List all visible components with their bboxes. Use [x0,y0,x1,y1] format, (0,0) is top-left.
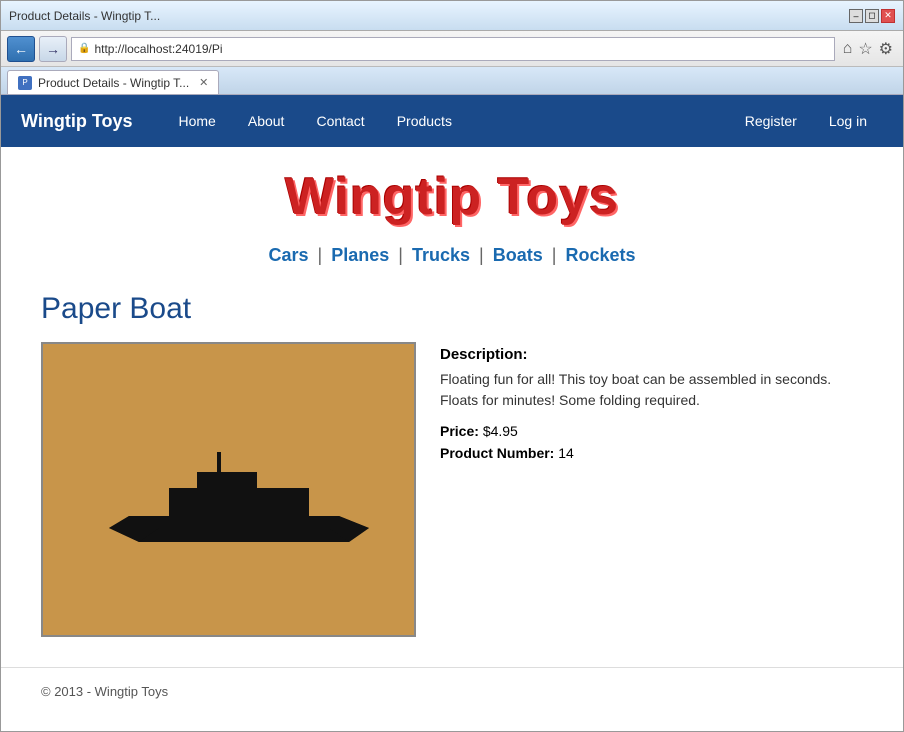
product-number-value: 14 [558,445,574,461]
back-button[interactable]: ← [7,36,35,62]
address-lock-icon: 🔒 [78,43,90,54]
price-row: Price: $4.95 [440,423,863,439]
tab-bar: P Product Details - Wingtip T... ✕ [1,67,903,95]
nav-about[interactable]: About [232,95,301,147]
cat-cars[interactable]: Cars [268,245,308,265]
favorites-icon[interactable]: ☆ [858,39,872,59]
active-tab[interactable]: P Product Details - Wingtip T... ✕ [7,70,219,94]
tab-title: Product Details - Wingtip T... [38,76,189,90]
navbar-links: Home About Contact Products [163,95,468,147]
tab-favicon: P [18,76,32,90]
cat-trucks[interactable]: Trucks [412,245,470,265]
navbar: Wingtip Toys Home About Contact Products… [1,95,903,147]
title-bar: Product Details - Wingtip T... – ◻ ✕ [1,1,903,31]
category-nav: Cars | Planes | Trucks | Boats | Rockets [1,237,903,282]
product-heading: Paper Boat [1,282,903,342]
price-value: $4.95 [483,423,518,439]
nav-contact[interactable]: Contact [300,95,380,147]
cat-sep-2: | [398,245,403,265]
nav-home[interactable]: Home [163,95,232,147]
description-label: Description: [440,346,863,363]
navbar-brand[interactable]: Wingtip Toys [21,111,133,132]
forward-button[interactable]: → [39,36,67,62]
boat-svg [79,410,379,570]
product-detail: Description: Floating fun for all! This … [1,342,903,667]
cat-rockets[interactable]: Rockets [565,245,635,265]
minimize-button[interactable]: – [849,9,863,23]
description-text: Floating fun for all! This toy boat can … [440,369,863,411]
window-controls[interactable]: – ◻ ✕ [849,9,895,23]
browser-window: Product Details - Wingtip T... – ◻ ✕ ← →… [0,0,904,732]
home-icon[interactable]: ⌂ [843,40,853,58]
hero-title: Wingtip Toys [1,147,903,237]
product-image [41,342,416,637]
product-number-row: Product Number: 14 [440,445,863,461]
footer: © 2013 - Wingtip Toys [1,667,903,715]
product-info: Description: Floating fun for all! This … [440,342,863,637]
address-input[interactable]: 🔒 http://localhost:24019/Pi [71,37,835,61]
footer-text: © 2013 - Wingtip Toys [41,684,168,699]
toolbar-icons: ⌂ ☆ ⚙ [839,39,897,59]
address-text: http://localhost:24019/Pi [94,42,222,56]
cat-sep-4: | [552,245,557,265]
cat-planes[interactable]: Planes [331,245,389,265]
cat-sep-3: | [479,245,484,265]
nav-products[interactable]: Products [381,95,468,147]
restore-button[interactable]: ◻ [865,9,879,23]
page-content: Wingtip Toys Home About Contact Products… [1,95,903,731]
address-bar: ← → 🔒 http://localhost:24019/Pi ⌂ ☆ ⚙ [1,31,903,67]
tab-close-button[interactable]: ✕ [199,76,208,89]
price-label: Price: [440,423,479,439]
product-number-label: Product Number: [440,445,554,461]
title-bar-left: Product Details - Wingtip T... [9,9,160,23]
settings-icon[interactable]: ⚙ [879,39,893,59]
nav-login[interactable]: Log in [813,95,883,147]
window-title: Product Details - Wingtip T... [9,9,160,23]
cat-boats[interactable]: Boats [493,245,543,265]
nav-register[interactable]: Register [729,95,813,147]
navbar-right: Register Log in [729,95,883,147]
close-button[interactable]: ✕ [881,9,895,23]
cat-sep-1: | [318,245,323,265]
